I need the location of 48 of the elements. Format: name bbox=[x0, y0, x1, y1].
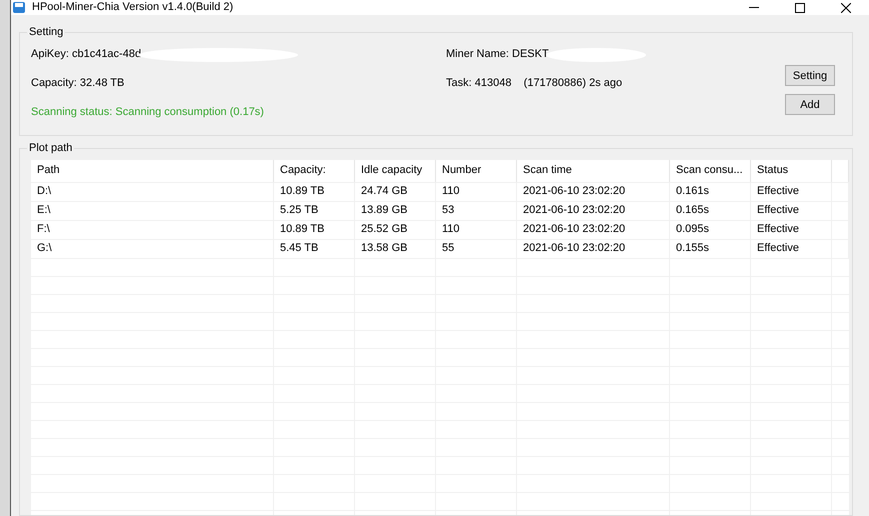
column-header[interactable]: Scan time bbox=[517, 160, 670, 182]
table-cell: 25.52 GB bbox=[355, 221, 436, 239]
table-cell: D:\ bbox=[31, 183, 274, 201]
miner-name-label: Miner Name: DESKT bbox=[446, 48, 549, 60]
table-cell: 5.25 TB bbox=[274, 202, 355, 220]
column-header[interactable]: Status bbox=[751, 160, 832, 182]
table-cell: 55 bbox=[436, 240, 517, 258]
table-cell: 10.89 TB bbox=[274, 183, 355, 201]
capacity-label: Capacity: 32.48 TB bbox=[31, 77, 124, 89]
table-cell: 2021-06-10 23:02:20 bbox=[517, 240, 670, 258]
column-header[interactable]: Path bbox=[31, 160, 274, 182]
column-header[interactable]: Capacity: bbox=[274, 160, 355, 182]
close-icon[interactable] bbox=[841, 2, 851, 12]
table-cell: 0.155s bbox=[670, 240, 751, 258]
minimize-icon[interactable] bbox=[749, 6, 759, 8]
action-button[interactable]: Setting bbox=[785, 65, 835, 86]
group-title: Setting bbox=[28, 26, 64, 38]
table-cell: 2021-06-10 23:02:20 bbox=[517, 221, 670, 239]
table-cell: Effective bbox=[751, 240, 832, 258]
table-cell: Effective bbox=[751, 183, 832, 201]
api-key-label: ApiKey: cb1c41ac-48d bbox=[31, 48, 142, 60]
table-cell: 24.74 GB bbox=[355, 183, 436, 201]
window-title: HPool-Miner-Chia Version v1.4.0(Build 2) bbox=[32, 1, 234, 14]
table-cell: F:\ bbox=[31, 221, 274, 239]
table-cell: E:\ bbox=[31, 202, 274, 220]
maximize-icon[interactable] bbox=[795, 2, 805, 12]
table-cell: 0.161s bbox=[670, 183, 751, 201]
column-header[interactable]: Scan consu... bbox=[670, 160, 751, 182]
group-title: Plot path bbox=[28, 142, 74, 154]
table-cell: Effective bbox=[751, 221, 832, 239]
scanning-status-text: Scanning status: Scanning consumption (0.17s) bbox=[31, 106, 264, 118]
table-cell: 0.095s bbox=[670, 221, 751, 239]
table-cell: 10.89 TB bbox=[274, 221, 355, 239]
table-cell: 5.45 TB bbox=[274, 240, 355, 258]
table-cell: 13.58 GB bbox=[355, 240, 436, 258]
table-cell: 2021-06-10 23:02:20 bbox=[517, 202, 670, 220]
action-button[interactable]: Add bbox=[785, 94, 835, 115]
table-cell: 53 bbox=[436, 202, 517, 220]
column-header[interactable]: Number bbox=[436, 160, 517, 182]
table-cell: 0.165s bbox=[670, 202, 751, 220]
table-cell: Effective bbox=[751, 202, 832, 220]
task-label: Task: 413048 (171780886) 2s ago bbox=[446, 77, 622, 89]
table-cell: 13.89 GB bbox=[355, 202, 436, 220]
table-cell: G:\ bbox=[31, 240, 274, 258]
table-cell: 110 bbox=[436, 221, 517, 239]
table-cell: 2021-06-10 23:02:20 bbox=[517, 183, 670, 201]
column-header[interactable]: Idle capacity bbox=[355, 160, 436, 182]
table-cell: 110 bbox=[436, 183, 517, 201]
